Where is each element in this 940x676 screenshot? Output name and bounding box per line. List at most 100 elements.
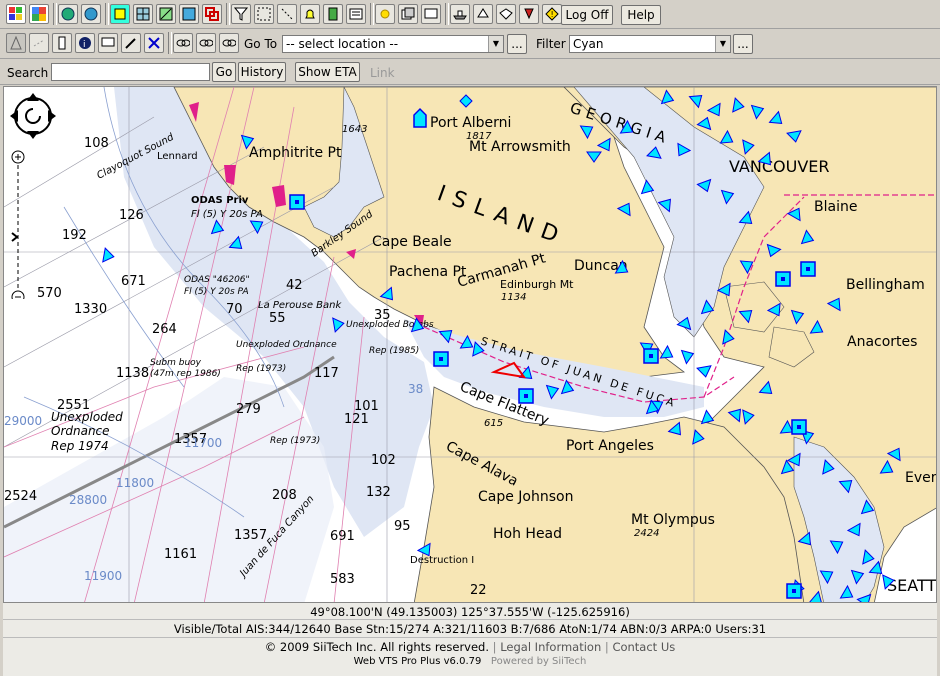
link-1-icon[interactable] [173, 33, 193, 53]
label-odas-1b: Fl (5) Y 20s PA [191, 209, 263, 220]
place-hoh-head: Hoh Head [493, 526, 562, 542]
chevron-down-icon: ▼ [715, 36, 730, 52]
lasso-icon[interactable] [29, 33, 49, 53]
place-bellingham: Bellingham [846, 277, 925, 293]
edit-icon[interactable] [121, 33, 141, 53]
place-anacortes: Anacortes [847, 334, 917, 350]
depth-sounding: 108 [84, 136, 109, 151]
label-odas-2: ODAS "46206" [184, 275, 250, 285]
depth-sounding: 208 [272, 488, 297, 503]
link-label[interactable]: Link [370, 66, 395, 80]
goto-select[interactable]: -- select location -- ▼ [282, 35, 504, 53]
depth-sounding: 28800 [69, 493, 107, 507]
base-station-center [649, 354, 653, 358]
depth-sounding: 29000 [4, 414, 42, 428]
version-text: Web VTS Pro Plus v6.0.79 [353, 656, 482, 667]
depth-sounding: 279 [236, 402, 261, 417]
link-3-icon[interactable] [219, 33, 239, 53]
label-ordnance-2b: Rep (1973) [236, 364, 286, 374]
base-station-center [524, 394, 528, 398]
depth-sounding: 38 [408, 382, 423, 396]
depth-sounding: 126 [119, 208, 144, 223]
globe-icon[interactable] [58, 4, 78, 24]
place-port-angeles: Port Angeles [566, 438, 654, 454]
google-icon[interactable] [29, 4, 49, 24]
ship-icon[interactable] [450, 4, 470, 24]
depth-sounding: 2424 [634, 528, 659, 539]
depth-sounding: 22 [470, 583, 487, 598]
link-2-icon[interactable] [196, 33, 216, 53]
measure-icon[interactable] [277, 4, 297, 24]
pointer-icon[interactable] [6, 33, 26, 53]
alarm-bell-icon[interactable] [300, 4, 320, 24]
place-amphitrite: Amphitrite Pt [249, 145, 342, 161]
route-layer-icon[interactable] [156, 4, 176, 24]
depth-sounding: 671 [121, 274, 146, 289]
depth-sounding: 70 [226, 302, 243, 317]
main-toolbar: ! Log Off Help [0, 0, 940, 29]
nautical-chart-map[interactable]: Port Alberni Mt Arrowsmith Amphitrite Pt… [3, 86, 937, 603]
windows-layer-icon[interactable] [202, 4, 222, 24]
label-rep1985: Rep (1985) [369, 346, 419, 356]
chart-layer-icon[interactable] [110, 4, 130, 24]
display-icon[interactable] [421, 4, 441, 24]
satellite-layer-icon[interactable] [179, 4, 199, 24]
flag-icon[interactable] [519, 4, 539, 24]
help-button[interactable]: Help [621, 5, 661, 25]
depth-sounding: 11900 [84, 569, 122, 583]
layers-icon[interactable] [398, 4, 418, 24]
footer-links: © 2009 SiiTech Inc. All rights reserved.… [264, 640, 676, 654]
depth-sounding: 1134 [501, 292, 526, 303]
label-odas-2b: Fl (5) Y 20s PA [184, 287, 249, 297]
search-input[interactable] [51, 63, 210, 81]
contact-link[interactable]: Contact Us [612, 640, 675, 654]
chart-canvas[interactable]: Port Alberni Mt Arrowsmith Amphitrite Pt… [4, 87, 937, 603]
cursor-coordinates: 49°08.100'N (49.135003) 125°37.555'W (-1… [310, 605, 630, 619]
filter-more-button[interactable]: ... [733, 34, 753, 54]
windows-icon[interactable] [6, 4, 26, 24]
goto-select-value: -- select location -- [286, 37, 399, 51]
chevron-down-icon: ▼ [488, 36, 503, 52]
track-icon[interactable] [496, 4, 516, 24]
log-off-button[interactable]: Log Off [561, 5, 613, 25]
vessel-list-icon[interactable] [323, 4, 343, 24]
place-everett: Ever [905, 470, 937, 486]
base-station-center [439, 357, 443, 361]
ruler-icon[interactable] [52, 33, 72, 53]
select-area-icon[interactable] [254, 4, 274, 24]
grid-layer-icon[interactable] [133, 4, 153, 24]
depth-sounding: 2524 [4, 489, 37, 504]
status-panel: 49°08.100'N (49.135003) 125°37.555'W (-1… [3, 603, 937, 676]
label-subm-buoy-2: (47m rep 1986) [150, 369, 221, 379]
depth-sounding: 1643 [342, 124, 367, 135]
warning-icon[interactable]: ! [542, 4, 562, 24]
powered-text: Powered by SiiTech [490, 656, 587, 667]
depth-sounding: 1357 [234, 528, 267, 543]
show-eta-button[interactable]: Show ETA [295, 62, 360, 82]
search-go-button[interactable]: Go [212, 62, 236, 82]
weather-icon[interactable] [375, 4, 395, 24]
info-icon[interactable]: i [75, 33, 95, 53]
place-port-alberni: Port Alberni [430, 115, 511, 131]
base-station-center [792, 589, 796, 593]
depth-sounding: 55 [269, 311, 286, 326]
comment-icon[interactable] [98, 33, 118, 53]
close-icon[interactable] [144, 33, 164, 53]
depth-sounding: 2551 [57, 398, 90, 413]
base-station-center [797, 425, 801, 429]
legal-link[interactable]: Legal Information [500, 640, 601, 654]
place-seattle: SEATT [887, 576, 936, 595]
search-label: Search [7, 66, 49, 80]
filter-select[interactable]: Cyan ▼ [569, 35, 731, 53]
filter-icon[interactable] [231, 4, 251, 24]
ais-statistics: Visible/Total AIS:344/12640 Base Stn:15/… [173, 622, 767, 636]
globe-settings-icon[interactable] [81, 4, 101, 24]
target-ship-icon[interactable] [473, 4, 493, 24]
goto-more-button[interactable]: ... [507, 34, 527, 54]
search-bar: Search Go History Show ETA Link [0, 59, 940, 85]
svg-text:!: ! [551, 10, 554, 19]
report-icon[interactable] [346, 4, 366, 24]
history-button[interactable]: History [238, 62, 286, 82]
label-odas-1: ODAS Priv [191, 195, 249, 206]
goto-label: Go To [244, 37, 278, 51]
